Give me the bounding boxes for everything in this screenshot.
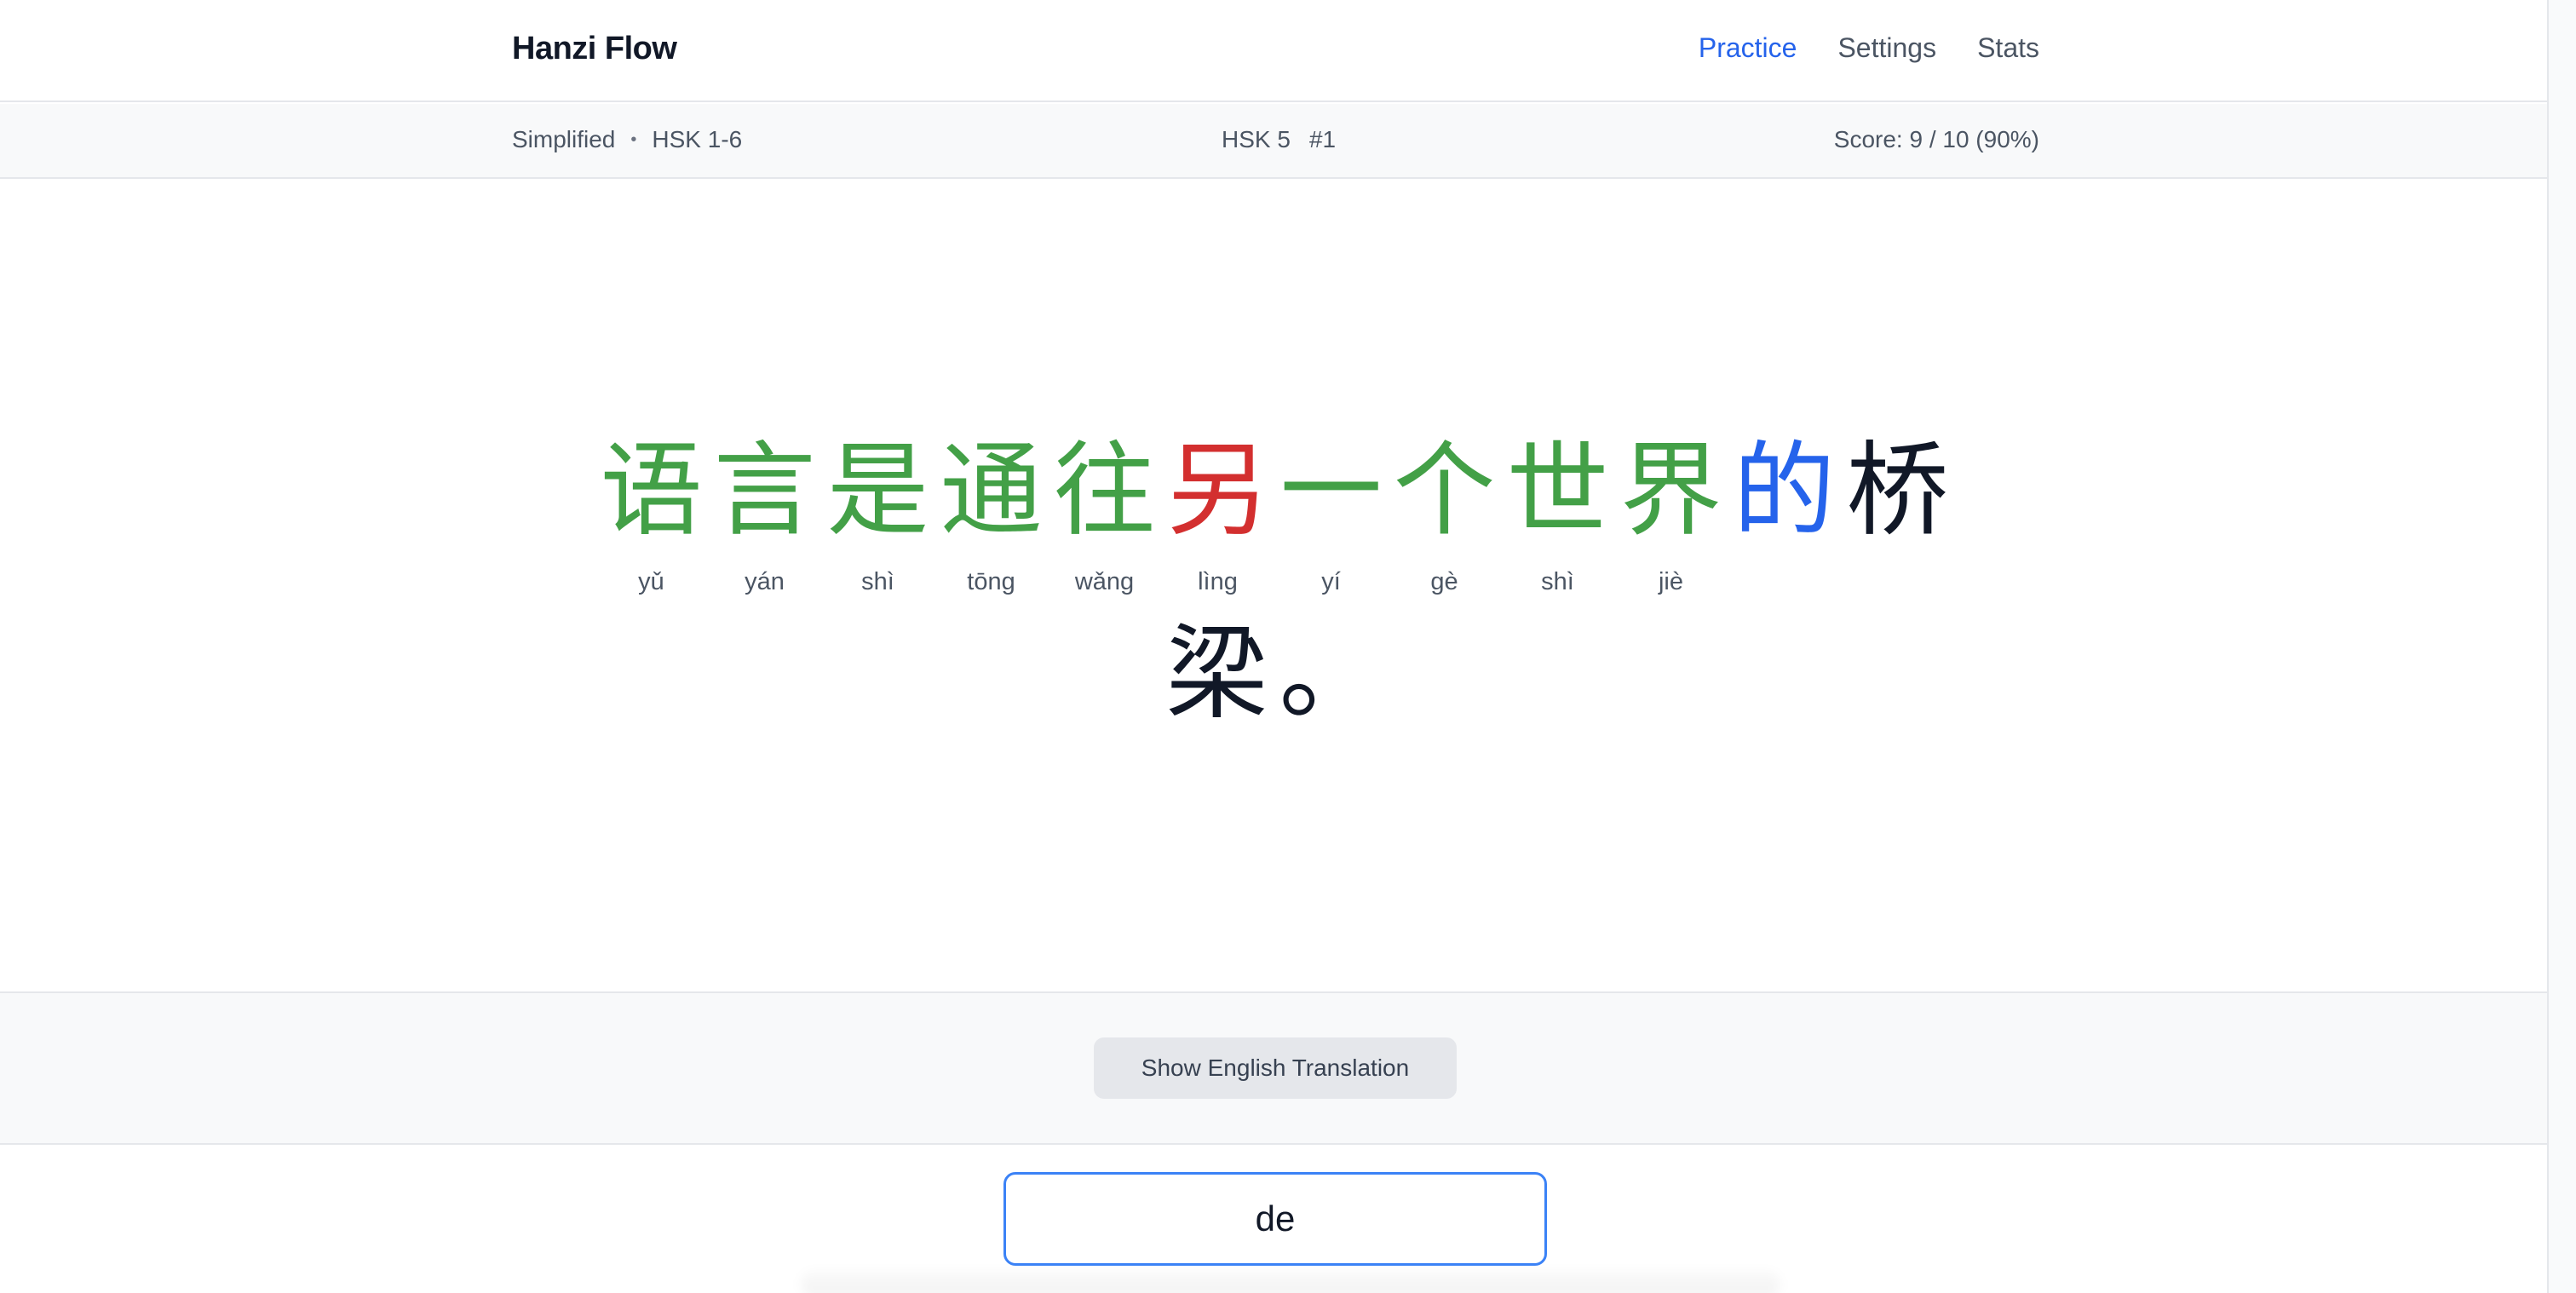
nav-practice[interactable]: Practice [1699,32,1797,64]
separator-dot: • [630,129,637,149]
pinyin-label: lìng [1198,568,1238,595]
hanzi-character: 梁 [1165,615,1268,733]
character-cell: 是 shì [821,432,934,597]
sentence-line-2: 梁 。 [1160,615,1387,780]
content-area: Hanzi Flow Practice Settings Stats Simpl… [0,0,2547,1293]
item-number: #1 [1308,126,1337,152]
nav-settings[interactable]: Settings [1837,32,1936,64]
character-cell: 往 wǎng [1048,432,1161,597]
character-cell: 世 shì [1501,432,1614,597]
app-title: Hanzi Flow [512,31,677,66]
show-translation-button[interactable]: Show English Translation [1094,1037,1457,1099]
answer-panel [0,1146,2547,1293]
pinyin-label: yǔ [638,568,664,595]
hanzi-character: 世 [1506,432,1609,550]
hanzi-character: 。 [1279,615,1382,733]
nav-links: Practice Settings Stats [1699,32,2039,64]
score: Score: 9 / 10 (90%) [1833,126,2039,152]
character-cell: 通 tōng [934,432,1048,597]
hanzi-character: 是 [826,432,929,550]
character-cell: 桥 [1841,432,1954,597]
pinyin-label: jiè [1658,568,1683,595]
practice-status-bar: Simplified • HSK 1-6 HSK 5 #1 Score: 9 /… [0,104,2547,179]
sentence-line-1: 语 yǔ 言 yán 是 shì 通 tōng 往 wǎng 另 lìng 一 … [595,432,1954,597]
practice-mode-info: Simplified • HSK 1-6 [512,126,742,153]
character-cell: 言 yán [708,432,821,597]
hanzi-character: 言 [713,432,816,550]
character-cell: 梁 [1160,615,1274,780]
pinyin-label: shì [861,568,894,595]
pinyin-label: wǎng [1074,568,1135,595]
character-cell: 另 lìng [1161,432,1274,597]
character-cell: 语 yǔ [595,432,708,597]
hanzi-character: 往 [1053,432,1156,550]
pinyin-label: yán [745,568,785,595]
pinyin-answer-input[interactable] [1003,1172,1547,1266]
pinyin-label: yí [1321,568,1341,595]
character-cell: 个 gè [1388,432,1501,597]
hanzi-character: 通 [940,432,1043,550]
hanzi-character: 桥 [1846,432,1949,550]
input-shadow [801,1271,1780,1293]
top-navigation: Hanzi Flow Practice Settings Stats [0,0,2547,102]
hanzi-character: 的 [1733,432,1836,550]
app-window: Hanzi Flow Practice Settings Stats Simpl… [0,0,2576,1293]
current-item-info: HSK 5 #1 [1222,126,1336,153]
vertical-scrollbar[interactable] [2547,0,2576,1293]
character-cell: 界 jiè [1614,432,1728,597]
script-type: Simplified [512,126,616,152]
hanzi-character: 个 [1393,432,1496,550]
nav-stats[interactable]: Stats [1977,32,2039,64]
current-level: HSK 5 [1222,126,1291,152]
pinyin-label: tōng [967,568,1015,595]
hanzi-character: 另 [1166,432,1269,550]
pinyin-label: shì [1541,568,1574,595]
sentence-display: 语 yǔ 言 yán 是 shì 通 tōng 往 wǎng 另 lìng 一 … [0,181,2547,991]
character-cell: 。 [1274,615,1387,780]
current-character-cell: 的 [1728,432,1841,597]
hanzi-character: 语 [600,432,703,550]
character-cell: 一 yí [1274,432,1388,597]
level-range: HSK 1-6 [652,126,743,152]
translation-panel: Show English Translation [0,991,2547,1145]
pinyin-label: gè [1430,568,1458,595]
hanzi-character: 界 [1619,432,1722,550]
hanzi-character: 一 [1279,432,1383,550]
